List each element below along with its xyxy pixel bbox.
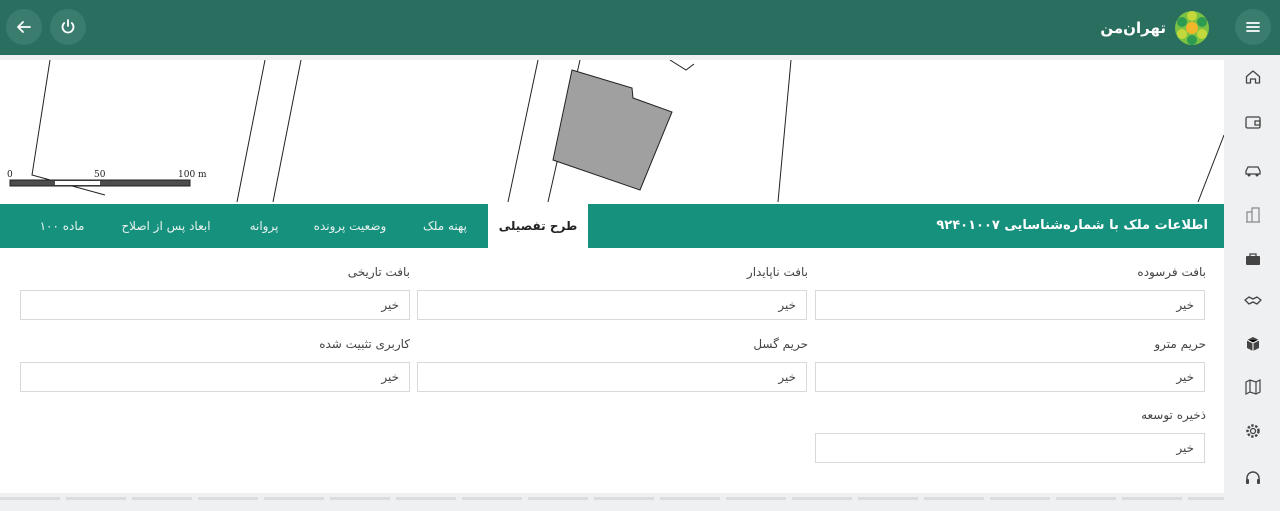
field-fault-zone: خیر bbox=[417, 362, 807, 392]
field-label-metro-zone: حریم مترو bbox=[1154, 337, 1206, 351]
handshake-icon[interactable] bbox=[1243, 291, 1263, 311]
map-view[interactable]: 0 50 100 m bbox=[0, 60, 1224, 202]
field-development-reserve: خیر bbox=[815, 433, 1205, 463]
parcel-shape bbox=[552, 69, 673, 191]
field-label-historic-texture: بافت تاریخی bbox=[347, 265, 410, 279]
tab-permit[interactable]: پروانه bbox=[234, 204, 294, 248]
field-unstable-texture: خیر bbox=[417, 290, 807, 320]
field-label-worn-texture: بافت فرسوده bbox=[1137, 265, 1206, 279]
field-label-fault-zone: حریم گسل bbox=[753, 337, 808, 351]
power-icon bbox=[61, 19, 75, 34]
tab-file-status[interactable]: وضعیت پرونده bbox=[300, 204, 400, 248]
field-label-unstable-texture: بافت ناپایدار bbox=[746, 265, 808, 279]
map-scale-bar: 0 50 100 m bbox=[7, 170, 207, 187]
briefcase-icon[interactable] bbox=[1243, 249, 1263, 269]
logo-text: تهران‌من bbox=[1100, 19, 1166, 37]
app-logo: تهران‌من bbox=[1100, 8, 1212, 48]
scale-label-0: 0 bbox=[7, 170, 13, 180]
tab-property-zone[interactable]: پهنه ملک bbox=[405, 204, 485, 248]
main-content: 0 50 100 m اطلاعات ملک با شماره‌شناسایی … bbox=[0, 60, 1224, 493]
tab-modified-dimensions[interactable]: ابعاد پس از اصلاح bbox=[106, 204, 226, 248]
home-icon[interactable] bbox=[1243, 67, 1263, 87]
back-button[interactable] bbox=[6, 9, 42, 45]
tab-bar: اطلاعات ملک با شماره‌شناسایی ۹۲۴۰۱۰۰۷ طر… bbox=[0, 204, 1224, 249]
field-fixed-usage: خیر bbox=[20, 362, 410, 392]
tab-article-100[interactable]: ماده ۱۰۰ bbox=[22, 204, 102, 248]
right-sidebar bbox=[1226, 55, 1280, 511]
field-label-fixed-usage: کاربری تثبیت شده bbox=[319, 337, 410, 351]
bottom-divider bbox=[0, 497, 1224, 500]
headset-icon[interactable] bbox=[1243, 468, 1263, 488]
menu-button[interactable] bbox=[1235, 9, 1271, 45]
top-bar: تهران‌من bbox=[0, 0, 1280, 55]
scale-label-100: 100 m bbox=[178, 170, 207, 180]
wallet-icon[interactable] bbox=[1243, 112, 1263, 132]
arrow-left-icon bbox=[17, 21, 31, 33]
buildings-icon[interactable] bbox=[1243, 205, 1263, 225]
hamburger-menu-icon bbox=[1246, 22, 1260, 32]
box-icon[interactable] bbox=[1243, 334, 1263, 354]
field-label-development-reserve: ذخیره توسعه bbox=[1141, 408, 1206, 422]
scale-label-50: 50 bbox=[94, 170, 106, 180]
settings-icon[interactable] bbox=[1243, 421, 1263, 441]
flower-logo-icon bbox=[1175, 11, 1209, 45]
map-icon[interactable] bbox=[1243, 377, 1263, 397]
tab-detailed-plan[interactable]: طرح تفصیلی bbox=[488, 204, 588, 249]
field-metro-zone: خیر bbox=[815, 362, 1205, 392]
car-icon[interactable] bbox=[1243, 161, 1263, 181]
panel-title: اطلاعات ملک با شماره‌شناسایی ۹۲۴۰۱۰۰۷ bbox=[936, 218, 1208, 233]
field-historic-texture: خیر bbox=[20, 290, 410, 320]
power-button[interactable] bbox=[50, 9, 86, 45]
field-worn-texture: خیر bbox=[815, 290, 1205, 320]
